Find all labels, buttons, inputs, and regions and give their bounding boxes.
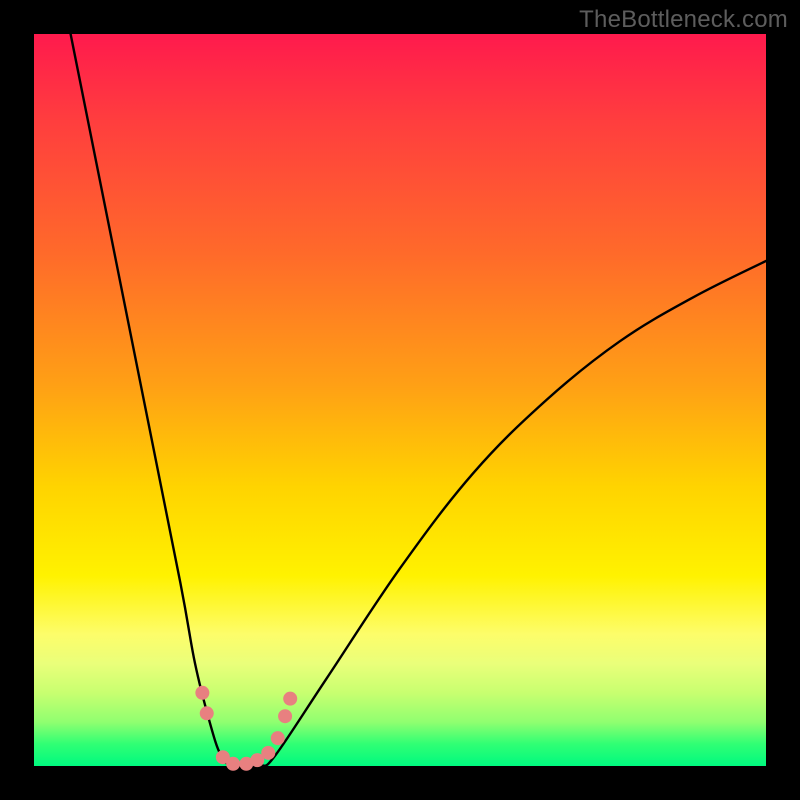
- plot-area: [34, 34, 766, 766]
- marker-dot: [261, 746, 275, 760]
- bottleneck-curve: [71, 34, 766, 767]
- marker-dot: [278, 709, 292, 723]
- marker-dot: [226, 757, 240, 771]
- marker-dot: [283, 692, 297, 706]
- marker-dot: [200, 706, 214, 720]
- marker-dot: [195, 686, 209, 700]
- watermark-text: TheBottleneck.com: [579, 6, 788, 34]
- curve-layer: [34, 34, 766, 766]
- chart-frame: TheBottleneck.com: [0, 0, 800, 800]
- marker-dot: [271, 731, 285, 745]
